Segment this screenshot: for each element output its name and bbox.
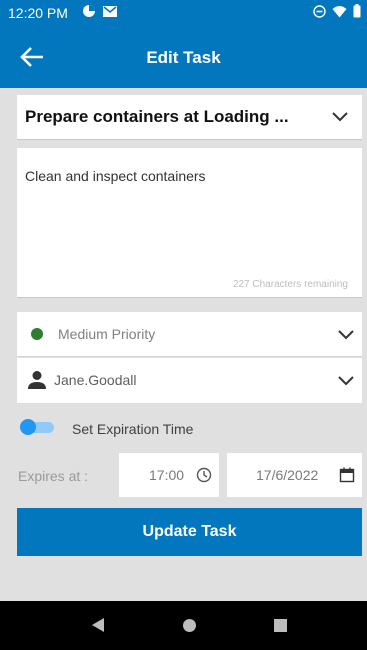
update-task-button[interactable]: Update Task bbox=[17, 508, 362, 556]
status-time: 12:20 PM bbox=[8, 5, 68, 21]
nav-recents-icon[interactable] bbox=[274, 619, 287, 632]
priority-dot bbox=[31, 328, 43, 340]
chevron-down-icon bbox=[332, 112, 348, 122]
description-text: Clean and inspect containers bbox=[25, 168, 206, 184]
assignee-name: Jane.Goodall bbox=[54, 372, 137, 388]
task-select[interactable]: Prepare containers at Loading ... bbox=[17, 95, 362, 140]
nav-home-icon[interactable] bbox=[183, 619, 196, 632]
task-name: Prepare containers at Loading ... bbox=[25, 107, 289, 126]
do-not-disturb-icon bbox=[313, 4, 326, 18]
nav-back-icon[interactable] bbox=[91, 617, 105, 633]
assignee-select[interactable]: Jane.Goodall bbox=[17, 358, 362, 403]
battery-icon bbox=[353, 4, 361, 18]
status-bar: 12:20 PM bbox=[0, 0, 367, 26]
person-icon bbox=[28, 371, 46, 389]
date-picker-field[interactable]: 17/6/2022 bbox=[227, 453, 362, 497]
wifi-icon bbox=[332, 5, 347, 17]
calendar-icon bbox=[339, 467, 355, 483]
characters-remaining: 227 Characters remaining bbox=[232, 279, 348, 290]
description-field[interactable]: Clean and inspect containers 227 Charact… bbox=[17, 148, 362, 298]
time-picker-field[interactable]: 17:00 bbox=[119, 453, 219, 497]
chevron-down-icon bbox=[338, 330, 354, 340]
system-nav-bar bbox=[0, 601, 367, 650]
priority-select[interactable]: Medium Priority bbox=[17, 312, 362, 357]
chevron-down-icon bbox=[338, 376, 354, 386]
toggle-thumb bbox=[20, 419, 36, 435]
expires-at-label: Expires at : bbox=[18, 468, 89, 484]
mail-icon bbox=[103, 6, 117, 17]
priority-label: Medium Priority bbox=[58, 326, 156, 342]
app-bar: Edit Task bbox=[0, 26, 367, 88]
time-value: 17:00 bbox=[149, 467, 185, 483]
data-saver-icon bbox=[83, 5, 95, 17]
expiration-toggle-label: Set Expiration Time bbox=[72, 421, 194, 437]
date-value: 17/6/2022 bbox=[256, 467, 319, 483]
clock-icon bbox=[196, 467, 212, 483]
expiration-toggle[interactable] bbox=[20, 419, 54, 435]
page-title: Edit Task bbox=[146, 48, 221, 67]
